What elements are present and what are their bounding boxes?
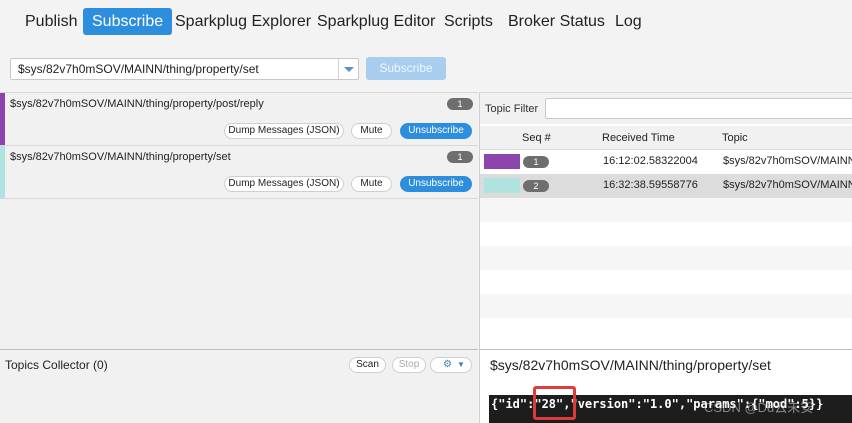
subscription-topic: $sys/82v7h0mSOV/MAINN/thing/property/pos… [10, 98, 264, 110]
table-row[interactable]: 1 16:12:02.58322004 $sys/82v7h0mSOV/MAIN… [480, 150, 852, 174]
tab-sparkplug-explorer[interactable]: Sparkplug Explorer [166, 8, 320, 35]
scan-button[interactable]: Scan [349, 357, 386, 373]
empty-row [480, 198, 852, 222]
watermark: CSDN @Dd云未安 [704, 400, 814, 415]
tab-scripts[interactable]: Scripts [435, 8, 502, 35]
row-topic: $sys/82v7h0mSOV/MAINN [723, 179, 852, 191]
tab-publish[interactable]: Publish [16, 8, 86, 35]
message-detail: $sys/82v7h0mSOV/MAINN/thing/property/set… [479, 349, 852, 423]
column-seq[interactable]: Seq # [522, 132, 551, 144]
empty-row [480, 222, 852, 246]
message-count-badge: 1 [447, 98, 473, 110]
mute-button[interactable]: Mute [351, 176, 392, 192]
subscription-color-bar [0, 93, 5, 145]
subscription-item[interactable]: $sys/82v7h0mSOV/MAINN/thing/property/set… [0, 146, 478, 199]
subscription-topic: $sys/82v7h0mSOV/MAINN/thing/property/set [10, 151, 231, 163]
topics-collector: Topics Collector (0) Scan Stop ⚙ ▼ [0, 349, 478, 423]
seq-badge: 2 [523, 180, 549, 192]
unsubscribe-button[interactable]: Unsubscribe [400, 176, 472, 192]
tab-subscribe[interactable]: Subscribe [83, 8, 173, 35]
row-color-swatch [484, 178, 520, 193]
message-topic: $sys/82v7h0mSOV/MAINN/thing/property/set [490, 357, 771, 373]
topic-combo-value: $sys/82v7h0mSOV/MAINN/thing/property/set [18, 62, 259, 76]
message-count-badge: 1 [447, 151, 473, 163]
empty-row [480, 270, 852, 294]
received-time: 16:12:02.58322004 [603, 155, 698, 167]
gear-icon: ⚙ [443, 359, 452, 370]
table-row[interactable]: 2 16:32:38.59558776 $sys/82v7h0mSOV/MAIN… [480, 174, 852, 198]
subscription-item[interactable]: $sys/82v7h0mSOV/MAINN/thing/property/pos… [0, 93, 478, 146]
topics-collector-label: Topics Collector (0) [5, 358, 108, 372]
dump-messages-button[interactable]: Dump Messages (JSON) [224, 176, 344, 192]
dump-messages-button[interactable]: Dump Messages (JSON) [224, 123, 344, 139]
topic-filter-label: Topic Filter [485, 103, 539, 115]
empty-row [480, 294, 852, 318]
message-payload-box: {"id":"28","version":"1.0","params":{"mo… [489, 395, 852, 423]
main-nav: Publish Subscribe Sparkplug Explorer Spa… [0, 0, 852, 46]
chevron-down-icon: ▼ [457, 360, 465, 369]
column-received-time[interactable]: Received Time [602, 132, 675, 144]
column-topic[interactable]: Topic [722, 132, 748, 144]
message-table-header: Seq # Received Time Topic [480, 126, 852, 150]
mute-button[interactable]: Mute [351, 123, 392, 139]
subscriptions-pane: $sys/82v7h0mSOV/MAINN/thing/property/pos… [0, 92, 478, 349]
topic-combo-input[interactable]: $sys/82v7h0mSOV/MAINN/thing/property/set [10, 58, 359, 80]
row-color-swatch [484, 154, 520, 169]
empty-row [480, 246, 852, 270]
topic-filter-input[interactable] [545, 98, 852, 119]
topic-filter-row: Topic Filter [480, 93, 852, 124]
tab-log[interactable]: Log [606, 8, 651, 35]
subscription-color-bar [0, 146, 5, 198]
messages-pane: Topic Filter Seq # Received Time Topic 1… [479, 92, 852, 349]
unsubscribe-button[interactable]: Unsubscribe [400, 123, 472, 139]
chevron-down-icon[interactable] [338, 59, 358, 79]
collector-options-button[interactable]: ⚙ ▼ [430, 357, 472, 373]
subscribe-bar: $sys/82v7h0mSOV/MAINN/thing/property/set… [0, 46, 852, 92]
tab-sparkplug-editor[interactable]: Sparkplug Editor [308, 8, 444, 35]
subscribe-button[interactable]: Subscribe [366, 57, 446, 80]
stop-button[interactable]: Stop [392, 357, 426, 373]
seq-badge: 1 [523, 156, 549, 168]
empty-row [480, 318, 852, 342]
tab-broker-status[interactable]: Broker Status [499, 8, 614, 35]
row-topic: $sys/82v7h0mSOV/MAINN [723, 155, 852, 167]
received-time: 16:32:38.59558776 [603, 179, 698, 191]
